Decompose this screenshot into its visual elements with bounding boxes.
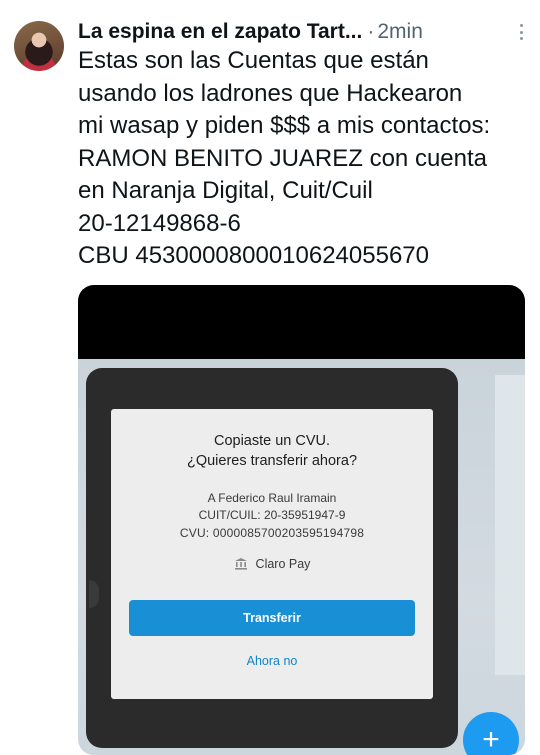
not-now-button[interactable]: Ahora no <box>111 651 433 671</box>
header-separator: · <box>367 20 375 43</box>
dialog-title: Copiaste un CVU. <box>213 433 331 449</box>
transfer-button[interactable]: Transferir <box>129 600 415 636</box>
post-text: Estas son las Cuentas que están usando l… <box>78 47 491 269</box>
media-black-bar <box>78 285 525 359</box>
dialog-cuit: CUIT/CUIL: 20-35951947-9 <box>198 508 346 522</box>
provider-name: Claro Pay <box>255 557 311 571</box>
provider-row: Claro Pay <box>111 557 433 571</box>
dialog-subtitle: ¿Quieres transferir ahora? <box>186 453 358 469</box>
post-media-screenshot[interactable]: Copiaste un CVU. ¿Quieres transferir aho… <box>78 285 525 755</box>
frame-notch <box>89 580 99 608</box>
post-time[interactable]: 2min <box>377 20 423 44</box>
post-header: La espina en el zapato Tart... · 2min <box>78 18 526 46</box>
bank-icon <box>234 557 248 571</box>
dialog-recipient: A Federico Raul Iramain <box>207 491 337 505</box>
transfer-dialog: Copiaste un CVU. ¿Quieres transferir aho… <box>111 409 433 699</box>
author-name[interactable]: La espina en el zapato Tart... <box>78 20 362 44</box>
author-avatar[interactable] <box>14 21 64 71</box>
media-background-panel <box>495 375 525 675</box>
dialog-cvu: CVU: 0000085700203595194798 <box>179 526 365 540</box>
more-options-icon[interactable] <box>518 24 524 40</box>
